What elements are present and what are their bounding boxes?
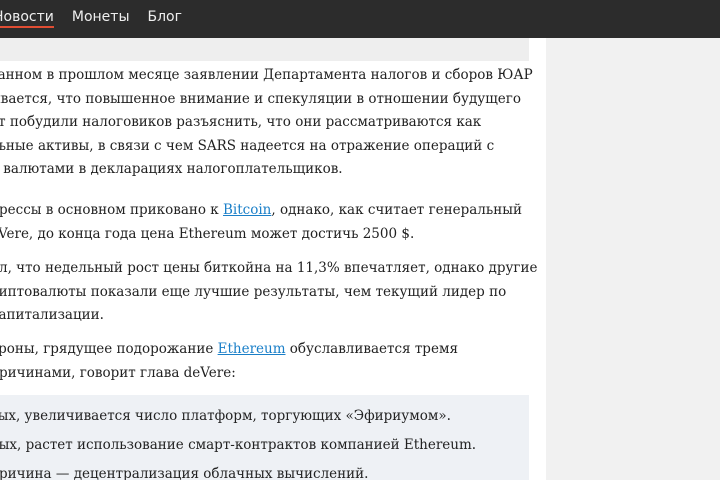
top-navigation-bar: Новости Монеты Блог bbox=[0, 0, 720, 38]
text-line: льные активы, в связи с чем SARS надеетс… bbox=[0, 137, 495, 154]
text-line: причинами, говорит глава deVere: bbox=[0, 364, 236, 381]
article-paragraph-3: ил, что недельный рост цены биткойна на … bbox=[0, 257, 538, 328]
article-top-box bbox=[0, 38, 529, 61]
quote-item-2: рых, растет использование смарт-контракт… bbox=[0, 437, 477, 453]
text-line: ороны, грядущее подорожание Ethereum обу… bbox=[0, 338, 535, 362]
nav-item-coins[interactable]: Монеты bbox=[72, 0, 130, 29]
quote-item-3: причина — децентрализация облачных вычис… bbox=[0, 466, 369, 480]
right-sidebar bbox=[546, 38, 720, 480]
article-paragraph-1: ванном в прошлом месяце заявлении Департ… bbox=[0, 64, 535, 182]
text-fragment: ороны, грядущее подорожание bbox=[0, 341, 218, 357]
article-paragraph-4: ороны, грядущее подорожание Ethereum обу… bbox=[0, 338, 535, 385]
main-nav: Новости Монеты Блог bbox=[0, 0, 200, 38]
text-line: ванном в прошлом месяце заявлении Департ… bbox=[0, 67, 533, 83]
blockquote-list: вых, увеличивается число платформ, торгу… bbox=[0, 395, 529, 480]
text-line: прессы в основном приковано к Bitcoin, о… bbox=[0, 199, 535, 223]
text-fragment: , однако, как считает генеральный bbox=[271, 202, 522, 218]
text-fragment: прессы в основном приковано к bbox=[0, 202, 224, 218]
bitcoin-link[interactable]: Bitcoin bbox=[223, 202, 271, 218]
article-paragraph-2: прессы в основном приковано к Bitcoin, о… bbox=[0, 199, 535, 246]
article-content: ванном в прошлом месяце заявлении Департ… bbox=[0, 38, 546, 480]
quote-item-1: вых, увеличивается число платформ, торгу… bbox=[0, 408, 451, 424]
text-line: капитализации. bbox=[0, 307, 104, 323]
text-line: риптовалюты показали еще лучшие результа… bbox=[0, 283, 507, 300]
text-line: от побудили налоговиков разъяснить, что … bbox=[0, 114, 482, 130]
ethereum-link[interactable]: Ethereum bbox=[218, 341, 286, 357]
text-line: eVere, до конца года цена Ethereum может… bbox=[0, 225, 415, 242]
nav-item-news[interactable]: Новости bbox=[0, 0, 54, 29]
text-fragment: обуславливается тремя bbox=[285, 341, 458, 357]
text-line: и валютами в декларациях налогоплательщи… bbox=[0, 161, 343, 177]
text-line: ывается, что повышенное внимание и спеку… bbox=[0, 90, 521, 107]
text-line: ил, что недельный рост цены биткойна на … bbox=[0, 260, 538, 276]
nav-item-blog[interactable]: Блог bbox=[148, 0, 182, 29]
